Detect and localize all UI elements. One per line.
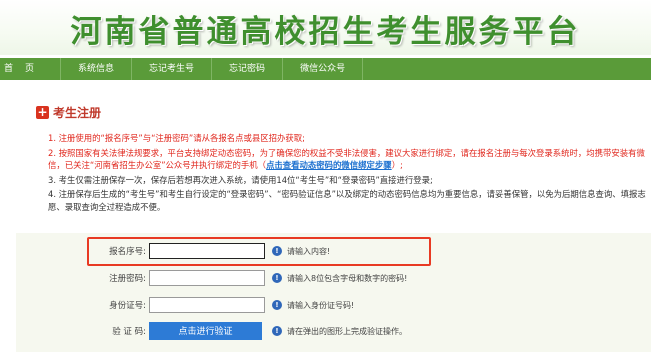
reg-no-row: 报名序号: ! 请输入内容! bbox=[0, 243, 651, 261]
reg-pwd-label: 注册密码: bbox=[109, 274, 146, 284]
wechat-binding-steps-link[interactable]: 点击查看动态密码的微信绑定步骤 bbox=[266, 160, 392, 170]
reg-no-hint: 请输入内容! bbox=[287, 247, 331, 256]
reg-pwd-row: 注册密码: ! 请输入8位包含字母和数字的密码! bbox=[0, 270, 651, 288]
note-1: 1. 注册使用的“报名序号”与“注册密码”请从各报名点或县区招办获取; bbox=[48, 133, 305, 143]
verify-row: 验 证 码: 点击进行验证 ! 请在弹出的图形上完成验证操作。 bbox=[0, 322, 651, 341]
info-icon: ! bbox=[272, 326, 282, 336]
nav-item-system-info[interactable]: 系统信息 bbox=[61, 58, 133, 80]
nav-item-wechat[interactable]: 微信公众号 bbox=[283, 58, 364, 80]
note-4: 4. 注册保存后生成的“考生号”和考生自行设定的“登录密码”、“密码验证信息”以… bbox=[48, 189, 646, 212]
note-2: 2. 按照国家有关法律法规要求，平台支持绑定动态密码，为了确保您的权益不受非法侵… bbox=[48, 147, 648, 172]
info-icon: ! bbox=[272, 246, 282, 256]
section-title: 考生注册 bbox=[53, 106, 102, 120]
id-no-row: 身份证号: ! 请输入身份证号码! bbox=[0, 297, 651, 315]
verify-button[interactable]: 点击进行验证 bbox=[149, 322, 262, 340]
site-title: 河南省普通高校招生考生服务平台 bbox=[70, 14, 581, 50]
registration-notes: 1. 注册使用的“报名序号”与“注册密码”请从各报名点或县区招办获取; 2. 按… bbox=[48, 132, 648, 215]
verify-label: 验 证 码: bbox=[112, 327, 146, 337]
nav-item-forgot-password[interactable]: 忘记密码 bbox=[212, 58, 284, 80]
reg-pwd-hint: 请输入8位包含字母和数字的密码! bbox=[287, 274, 408, 283]
reg-no-input[interactable] bbox=[149, 243, 265, 259]
note-2-tail: ）; bbox=[391, 160, 403, 170]
nav-item-home[interactable]: 首页 bbox=[0, 58, 62, 80]
id-no-input[interactable] bbox=[149, 297, 265, 313]
info-icon: ! bbox=[272, 273, 282, 283]
info-icon: ! bbox=[272, 300, 282, 310]
plus-square-icon: + bbox=[36, 105, 49, 119]
section-header: + 考生注册 bbox=[36, 104, 101, 121]
id-no-hint: 请输入身份证号码! bbox=[287, 301, 355, 310]
nav-item-forgot-exam-no[interactable]: 忘记考生号 bbox=[132, 58, 213, 80]
site-banner: 河南省普通高校招生考生服务平台 bbox=[0, 0, 651, 55]
id-no-label: 身份证号: bbox=[109, 301, 146, 311]
verify-hint: 请在弹出的图形上完成验证操作。 bbox=[287, 327, 407, 336]
reg-no-label: 报名序号: bbox=[109, 247, 146, 257]
main-nav: 首页 系统信息 忘记考生号 忘记密码 微信公众号 bbox=[0, 58, 651, 80]
reg-pwd-input[interactable] bbox=[149, 270, 265, 286]
note-3: 3. 考生仅需注册保存一次，保存后若想再次进入系统，请使用14位“考生号”和“登… bbox=[48, 174, 433, 185]
